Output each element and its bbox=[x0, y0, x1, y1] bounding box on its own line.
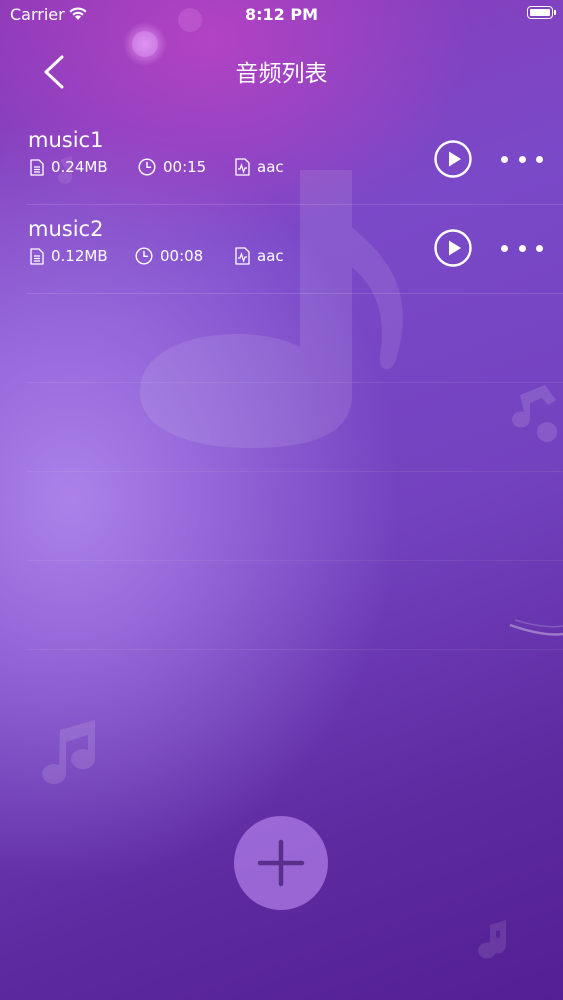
row-divider bbox=[27, 293, 563, 294]
track-format: aac bbox=[235, 158, 284, 176]
audio-file-icon bbox=[235, 247, 250, 265]
track-duration-value: 00:15 bbox=[163, 158, 207, 176]
clock-icon bbox=[138, 158, 156, 176]
track-format-value: aac bbox=[257, 158, 284, 176]
more-dots-icon bbox=[501, 155, 508, 163]
status-time: 8:12 PM bbox=[244, 5, 318, 24]
play-button[interactable] bbox=[434, 140, 472, 178]
track-size: 0.24MB bbox=[30, 158, 108, 176]
add-button[interactable] bbox=[234, 816, 328, 910]
play-circle-icon bbox=[434, 140, 472, 178]
more-dots-icon bbox=[536, 155, 543, 163]
more-dots-icon bbox=[536, 244, 543, 252]
more-options-button[interactable] bbox=[501, 147, 543, 171]
more-dots-icon bbox=[501, 244, 508, 252]
track-format: aac bbox=[235, 247, 284, 265]
track-size-value: 0.24MB bbox=[51, 158, 108, 176]
track-name: music2 bbox=[28, 217, 104, 241]
track-name: music1 bbox=[28, 128, 104, 152]
row-divider bbox=[27, 560, 563, 561]
list-item[interactable]: music2 0.12MB 00:08 aac bbox=[27, 205, 563, 294]
status-bar: Carrier 8:12 PM bbox=[0, 0, 563, 30]
row-divider bbox=[27, 471, 563, 472]
battery-icon bbox=[527, 6, 556, 19]
plus-icon bbox=[257, 839, 305, 887]
document-icon bbox=[30, 158, 44, 176]
track-size: 0.12MB bbox=[30, 247, 108, 265]
track-format-value: aac bbox=[257, 247, 284, 265]
clock-icon bbox=[135, 247, 153, 265]
track-duration-value: 00:08 bbox=[160, 247, 204, 265]
more-options-button[interactable] bbox=[501, 236, 543, 260]
track-duration: 00:08 bbox=[135, 247, 203, 265]
more-dots-icon bbox=[518, 155, 526, 163]
audio-file-icon bbox=[235, 158, 250, 176]
document-icon bbox=[30, 247, 44, 265]
more-dots-icon bbox=[518, 244, 526, 252]
play-button[interactable] bbox=[434, 229, 472, 267]
row-divider bbox=[27, 649, 563, 650]
play-circle-icon bbox=[434, 229, 472, 267]
track-size-value: 0.12MB bbox=[51, 247, 108, 265]
page-title: 音频列表 bbox=[235, 61, 328, 87]
list-item[interactable]: music1 0.24MB 00:15 aac bbox=[27, 116, 563, 205]
row-divider bbox=[27, 382, 563, 383]
track-duration: 00:15 bbox=[138, 158, 206, 176]
